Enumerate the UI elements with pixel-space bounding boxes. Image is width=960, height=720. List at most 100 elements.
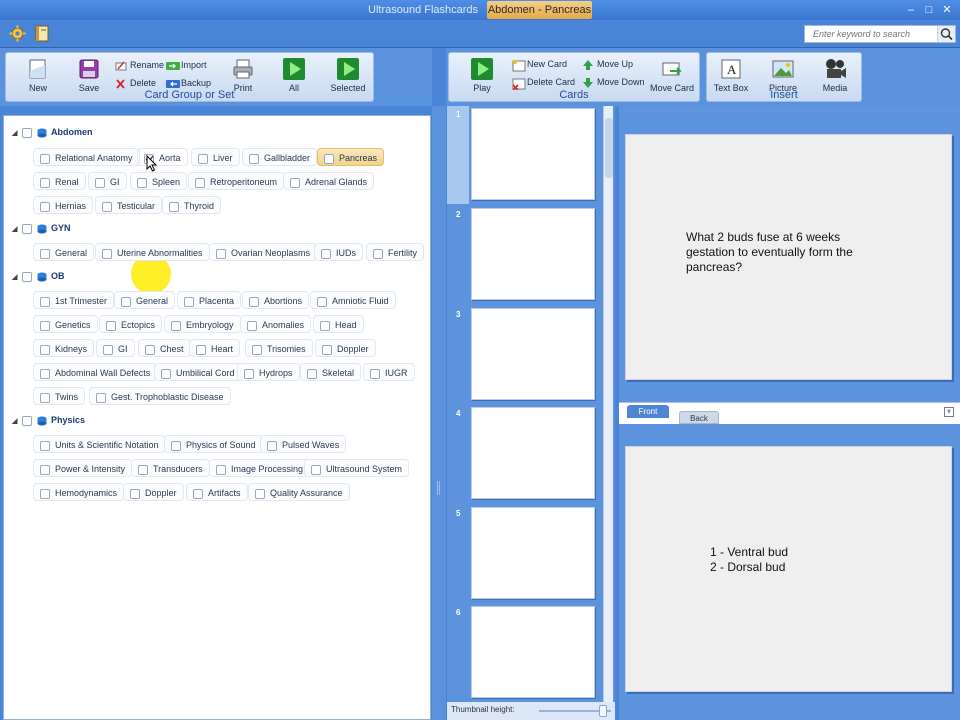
picture-button[interactable]: Picture — [763, 57, 803, 93]
category-checkbox[interactable] — [22, 127, 32, 138]
card-front-face[interactable]: What 2 buds fuse at 6 weeks gestation to… — [625, 134, 952, 380]
play-selected-button[interactable]: Selected — [328, 57, 368, 93]
subgroup-uterine-abnormalities[interactable]: Uterine Abnormalities — [95, 243, 210, 261]
collapse-triangle-icon[interactable]: ◢ — [12, 273, 22, 281]
subgroup-kidneys[interactable]: Kidneys — [33, 339, 95, 357]
text-box-button[interactable]: A Text Box — [711, 57, 751, 93]
subgroup-gi[interactable]: GI — [88, 172, 127, 190]
close-button[interactable]: ✕ — [940, 3, 954, 17]
subgroup-hernias[interactable]: Hernias — [33, 196, 94, 214]
subgroup-artifacts[interactable]: Artifacts — [186, 483, 248, 501]
collapse-triangle-icon[interactable]: ◢ — [12, 417, 22, 425]
move-down-button[interactable]: Move Down — [582, 77, 645, 88]
card-thumbnail-4[interactable] — [471, 407, 595, 499]
subgroup-units-scientific-notation[interactable]: Units & Scientific Notation — [33, 435, 166, 453]
subgroup-embryology[interactable]: Embryology — [164, 315, 241, 333]
subgroup-retroperitoneum[interactable]: Retroperitoneum — [188, 172, 285, 190]
new-card-button[interactable]: New Card — [512, 59, 567, 72]
subgroup-adrenal-glands[interactable]: Adrenal Glands — [283, 172, 375, 190]
subgroup-ectopics[interactable]: Ectopics — [99, 315, 163, 333]
thumbnail-height-knob[interactable] — [599, 705, 607, 717]
subgroup-ultrasound-system[interactable]: Ultrasound System — [304, 459, 410, 477]
subgroup-transducers[interactable]: Transducers — [131, 459, 210, 477]
backup-button[interactable]: Backup — [166, 78, 211, 89]
subgroup-testicular[interactable]: Testicular — [95, 196, 163, 214]
maximize-button[interactable]: □ — [922, 3, 936, 17]
subgroup-head[interactable]: Head — [313, 315, 364, 333]
subgroup-hemodynamics[interactable]: Hemodynamics — [33, 483, 125, 501]
subgroup-spleen[interactable]: Spleen — [130, 172, 188, 190]
subgroup-amniotic-fluid[interactable]: Amniotic Fluid — [310, 291, 396, 309]
category-checkbox[interactable] — [22, 415, 32, 426]
notebook-icon[interactable] — [34, 25, 51, 42]
subgroup-iuds[interactable]: IUDs — [314, 243, 363, 261]
category-checkbox[interactable] — [22, 271, 32, 282]
subgroup-image-processing[interactable]: Image Processing — [209, 459, 311, 477]
move-up-button[interactable]: Move Up — [582, 59, 633, 70]
thumbnail-scrollbar[interactable] — [603, 106, 613, 702]
tab-back[interactable]: Back — [679, 411, 719, 424]
play-all-button[interactable]: All — [280, 57, 308, 93]
scrollbar-thumb[interactable] — [605, 118, 613, 178]
panel-splitter[interactable] — [432, 106, 446, 720]
subgroup-pulsed-waves[interactable]: Pulsed Waves — [260, 435, 347, 453]
subgroup-ovarian-neoplasms[interactable]: Ovarian Neoplasms — [209, 243, 318, 261]
subgroup-anomalies[interactable]: Anomalies — [240, 315, 312, 333]
subgroup-pancreas[interactable]: Pancreas — [317, 148, 385, 166]
delete-card-button[interactable]: Delete Card — [512, 77, 575, 91]
save-button[interactable]: Save — [74, 57, 104, 93]
play-button[interactable]: Play — [467, 57, 497, 93]
subgroup-liver[interactable]: Liver — [191, 148, 240, 166]
delete-group-button[interactable]: Delete — [115, 78, 156, 89]
subgroup-fertility[interactable]: Fertility — [366, 243, 424, 261]
subgroup-gyn-general[interactable]: General — [33, 243, 95, 261]
move-card-button[interactable]: Move Card — [649, 57, 695, 93]
subgroup-thyroid[interactable]: Thyroid — [162, 196, 222, 214]
subgroup-iugr[interactable]: IUGR — [363, 363, 415, 381]
subgroup-renal[interactable]: Renal — [33, 172, 86, 190]
category-abdomen[interactable]: ◢ Abdomen — [12, 127, 93, 138]
tab-front[interactable]: Front — [627, 405, 669, 418]
collapse-chevron-icon[interactable]: ⩔ — [944, 407, 954, 417]
import-button[interactable]: Import — [166, 60, 207, 71]
card-back-face[interactable]: 1 - Ventral bud 2 - Dorsal bud — [625, 446, 952, 692]
subgroup-heart[interactable]: Heart — [189, 339, 241, 357]
subgroup-abdominal-wall-defects[interactable]: Abdominal Wall Defects — [33, 363, 158, 381]
subgroup-aorta[interactable]: Aorta — [137, 148, 188, 166]
subgroup-ob-general[interactable]: General — [114, 291, 176, 309]
subgroup-twins[interactable]: Twins — [33, 387, 86, 405]
minimize-button[interactable]: – — [904, 3, 918, 17]
subgroup-ob-doppler[interactable]: Doppler — [315, 339, 376, 357]
search-input[interactable] — [805, 26, 937, 42]
new-group-button[interactable]: New — [20, 57, 56, 93]
subgroup-chest[interactable]: Chest — [138, 339, 191, 357]
subgroup-umbilical-cord[interactable]: Umbilical Cord — [154, 363, 242, 381]
subgroup-physics-doppler[interactable]: Doppler — [123, 483, 184, 501]
collapse-triangle-icon[interactable]: ◢ — [12, 129, 22, 137]
card-thumbnail-1[interactable] — [471, 108, 595, 200]
search-button[interactable] — [937, 26, 955, 42]
subgroup-relational-anatomy[interactable]: Relational Anatomy — [33, 148, 140, 166]
subgroup-gest-trophoblastic-disease[interactable]: Gest. Trophoblastic Disease — [89, 387, 231, 405]
category-ob[interactable]: ◢ OB — [12, 271, 65, 282]
subgroup-physics-of-sound[interactable]: Physics of Sound — [164, 435, 263, 453]
card-thumbnail-3[interactable] — [471, 308, 595, 400]
subgroup-ob-gi[interactable]: GI — [96, 339, 135, 357]
media-button[interactable]: Media — [815, 57, 855, 93]
subgroup-genetics[interactable]: Genetics — [33, 315, 98, 333]
subgroup-quality-assurance[interactable]: Quality Assurance — [248, 483, 350, 501]
category-physics[interactable]: ◢ Physics — [12, 415, 85, 426]
subgroup-abortions[interactable]: Abortions — [242, 291, 310, 309]
rename-button[interactable]: Rename — [115, 60, 164, 71]
subgroup-1st-trimester[interactable]: 1st Trimester — [33, 291, 115, 309]
card-thumbnail-2[interactable] — [471, 208, 595, 300]
card-thumbnail-6[interactable] — [471, 606, 595, 698]
card-thumbnail-5[interactable] — [471, 507, 595, 599]
subgroup-trisomies[interactable]: Trisomies — [245, 339, 313, 357]
subgroup-skeletal[interactable]: Skeletal — [300, 363, 362, 381]
back-answer-text[interactable]: 1 - Ventral bud 2 - Dorsal bud — [710, 545, 788, 575]
collapse-triangle-icon[interactable]: ◢ — [12, 225, 22, 233]
front-question-text[interactable]: What 2 buds fuse at 6 weeks gestation to… — [686, 230, 853, 275]
subgroup-gallbladder[interactable]: Gallbladder — [242, 148, 318, 166]
category-gyn[interactable]: ◢ GYN — [12, 223, 71, 234]
